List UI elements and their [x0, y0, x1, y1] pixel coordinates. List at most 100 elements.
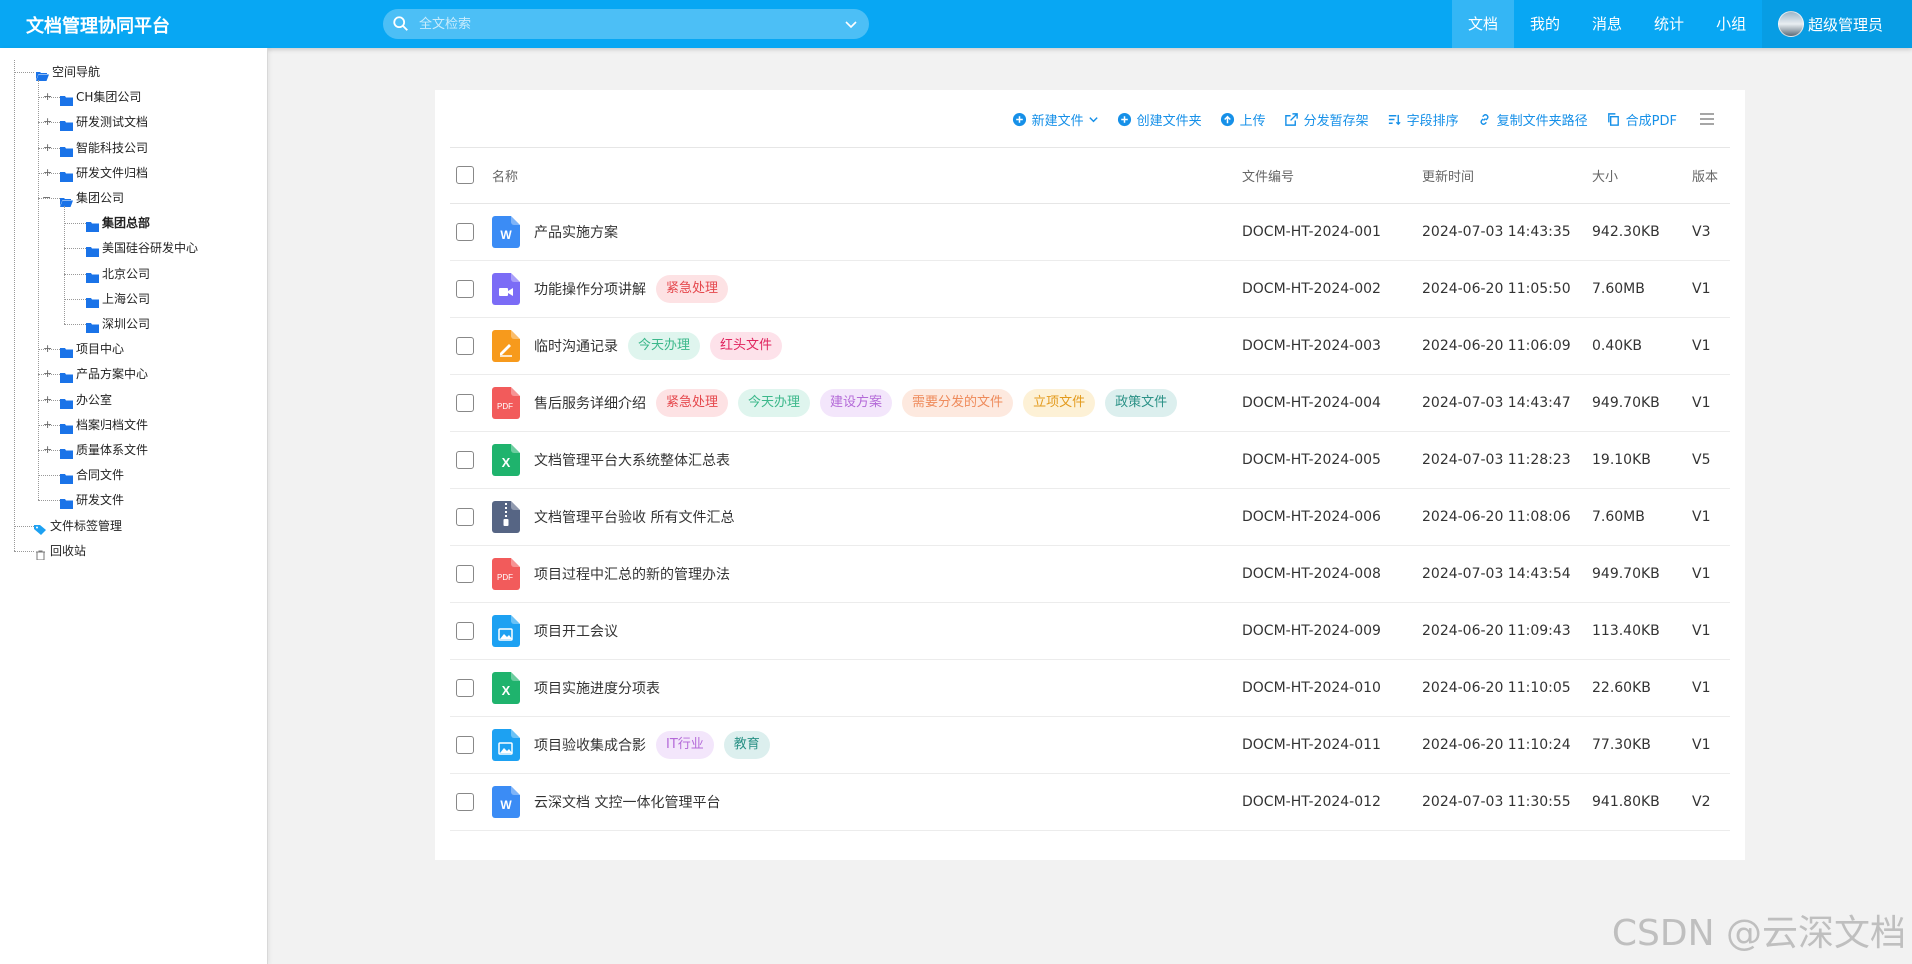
nav-item-groups[interactable]: 小组 [1700, 0, 1762, 48]
row-checkbox[interactable] [456, 336, 474, 355]
distribute-button[interactable]: 分发暂存架 [1284, 110, 1369, 129]
expand-icon[interactable]: + [43, 343, 52, 354]
tree-item-recycle-bin[interactable]: 回收站 [0, 541, 268, 561]
tree-item-folder[interactable]: 深圳公司 [0, 314, 268, 334]
collapse-icon[interactable]: − [42, 192, 51, 203]
tree-item-folder[interactable]: 集团总部 [0, 213, 268, 233]
nav-item-stats[interactable]: 统计 [1638, 0, 1700, 48]
table-row[interactable]: W 产品实施方案 DOCM-HT-2024-001 2024-07-03 14:43:… [450, 203, 1730, 261]
file-name-link[interactable]: 项目实施进度分项表 [534, 678, 660, 698]
file-name-link[interactable]: 项目验收集成合影 [534, 735, 646, 755]
tree-item-root[interactable]: 空间导航 [0, 62, 268, 82]
tree-item-folder[interactable]: 美国硅谷研发中心 [0, 238, 268, 258]
tag-badge[interactable]: 今天办理 [738, 388, 811, 417]
tree-item-folder[interactable]: + 项目中心 [0, 339, 268, 359]
file-name-link[interactable]: 文档管理平台验收 所有文件汇总 [534, 507, 734, 527]
expand-icon[interactable]: + [43, 142, 52, 153]
file-name-link[interactable]: 云深文档 文控一体化管理平台 [534, 792, 720, 812]
file-name-link[interactable]: 功能操作分项讲解 [534, 279, 646, 299]
table-row[interactable]: X 文档管理平台大系统整体汇总表 DOCM-HT-2024-005 2024-07-0… [450, 431, 1730, 489]
table-row[interactable]: W 云深文档 文控一体化管理平台 DOCM-HT-2024-012 2024-07-0… [450, 773, 1730, 831]
file-name-link[interactable]: 产品实施方案 [534, 222, 618, 242]
table-row[interactable]: 项目开工会议 DOCM-HT-2024-009 2024-06-20 11:09:4… [450, 602, 1730, 660]
merge-pdf-button[interactable]: 合成PDF [1606, 110, 1677, 129]
tree-item-folder[interactable]: + 智能科技公司 [0, 138, 268, 158]
tree-item-folder[interactable]: + 档案归档文件 [0, 415, 268, 435]
tree-item-folder[interactable]: 北京公司 [0, 264, 268, 284]
nav-item-messages[interactable]: 消息 [1576, 0, 1638, 48]
column-header-version[interactable]: 版本 [1692, 148, 1730, 204]
tag-badge[interactable]: 政策文件 [1105, 388, 1178, 417]
table-row[interactable]: 文档管理平台验收 所有文件汇总 DOCM-HT-2024-006 2024-06-2… [450, 488, 1730, 546]
row-checkbox[interactable] [456, 222, 474, 241]
tree-item-folder[interactable]: + 产品方案中心 [0, 364, 268, 384]
nav-item-docs[interactable]: 文档 [1452, 0, 1515, 48]
table-row[interactable]: 项目验收集成合影 IT行业 教育 DOCM-HT-2024-011 2024-06-20… [450, 716, 1730, 774]
row-checkbox[interactable] [456, 621, 474, 640]
expand-icon[interactable]: + [43, 91, 52, 102]
tag-badge[interactable]: 建设方案 [820, 388, 893, 417]
table-row[interactable]: 临时沟通记录 今天办理 红头文件 DOCM-HT-2024-003 2024-06-20… [450, 317, 1730, 375]
chevron-down-icon[interactable] [843, 16, 859, 32]
tag-badge[interactable]: 紧急处理 [656, 388, 729, 417]
tree-item-folder[interactable]: + CH集团公司 [0, 87, 268, 107]
expand-icon[interactable]: + [43, 116, 52, 127]
row-checkbox[interactable] [456, 279, 474, 298]
row-checkbox[interactable] [456, 393, 474, 412]
table-row[interactable]: PDF 售后服务详细介绍 紧急处理 今天办理 建设方案 需要分发的文件 立项文件 政策文件 DO… [450, 374, 1730, 432]
tree-item-group[interactable]: 集团公司 [0, 188, 268, 208]
new-file-button[interactable]: 新建文件 [1012, 110, 1099, 129]
table-row[interactable]: PDF 项目过程中汇总的新的管理办法 DOCM-HT-2024-008 2024-07… [450, 545, 1730, 603]
row-checkbox[interactable] [456, 507, 474, 526]
row-checkbox[interactable] [456, 450, 474, 469]
expand-icon[interactable]: + [43, 444, 52, 455]
table-row[interactable]: 功能操作分项讲解 紧急处理 DOCM-HT-2024-002 2024-06-20 1… [450, 260, 1730, 318]
tag-badge[interactable]: 需要分发的文件 [902, 388, 1014, 417]
tree-item-folder[interactable]: 合同文件 [0, 465, 268, 485]
row-checkbox[interactable] [456, 792, 474, 811]
upload-button[interactable]: 上传 [1220, 110, 1266, 129]
column-header-name[interactable]: 名称 [492, 148, 1242, 204]
file-name-link[interactable]: 文档管理平台大系统整体汇总表 [534, 450, 730, 470]
row-checkbox[interactable] [456, 735, 474, 754]
tree-item-folder[interactable]: + 质量体系文件 [0, 440, 268, 460]
tag-badge[interactable]: 今天办理 [628, 331, 701, 360]
table-row[interactable]: X 项目实施进度分项表 DOCM-HT-2024-010 2024-06-20 11:… [450, 659, 1730, 717]
user-menu[interactable]: 超级管理员 [1762, 0, 1912, 48]
tag-badge[interactable]: 教育 [723, 730, 770, 759]
column-header-updated[interactable]: 更新时间 [1422, 148, 1592, 204]
search-input[interactable] [419, 14, 819, 34]
tag-badge[interactable]: 红头文件 [710, 331, 783, 360]
menu-icon[interactable] [1699, 112, 1715, 126]
tree-item-folder[interactable]: + 研发文件归档 [0, 163, 268, 183]
tree-item-folder[interactable]: + 研发测试文档 [0, 112, 268, 132]
select-all-checkbox[interactable] [456, 166, 474, 185]
tree-item-folder[interactable]: 研发文件 [0, 490, 268, 510]
create-folder-button[interactable]: 创建文件夹 [1117, 110, 1202, 129]
row-checkbox[interactable] [456, 678, 474, 697]
file-name-link[interactable]: 售后服务详细介绍 [534, 393, 646, 413]
svg-text:PDF: PDF [497, 402, 513, 411]
field-sort-button[interactable]: 字段排序 [1387, 110, 1459, 129]
search-box[interactable] [383, 9, 869, 39]
expand-icon[interactable]: + [43, 368, 52, 379]
tree-item-folder[interactable]: + 办公室 [0, 390, 268, 410]
column-header-code[interactable]: 文件编号 [1242, 148, 1422, 204]
tag-badge[interactable]: IT行业 [656, 730, 714, 759]
file-name-link[interactable]: 项目过程中汇总的新的管理办法 [534, 564, 730, 584]
copy-path-button[interactable]: 复制文件夹路径 [1477, 110, 1588, 129]
expand-icon[interactable]: + [43, 419, 52, 430]
tree-item-folder[interactable]: 上海公司 [0, 289, 268, 309]
tree-item-tag-manage[interactable]: 文件标签管理 [0, 516, 268, 536]
avatar[interactable] [1778, 11, 1804, 37]
row-checkbox[interactable] [456, 564, 474, 583]
expand-icon[interactable]: + [43, 394, 52, 405]
file-name-link[interactable]: 项目开工会议 [534, 621, 618, 641]
column-header-size[interactable]: 大小 [1592, 148, 1692, 204]
file-name-link[interactable]: 临时沟通记录 [534, 336, 618, 356]
expand-icon[interactable]: + [43, 167, 52, 178]
user-name[interactable]: 超级管理员 [1808, 14, 1883, 35]
nav-item-mine[interactable]: 我的 [1514, 0, 1576, 48]
tag-badge[interactable]: 紧急处理 [656, 274, 729, 303]
tag-badge[interactable]: 立项文件 [1023, 388, 1096, 417]
